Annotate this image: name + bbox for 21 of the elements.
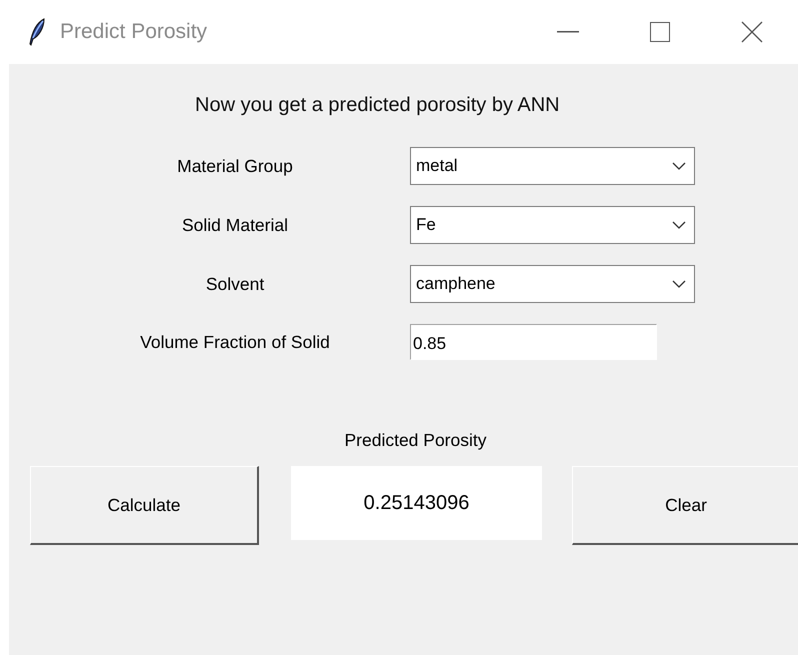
dropdown[interactable]: metal — [410, 147, 695, 185]
dropdown[interactable]: Fe — [410, 206, 695, 244]
window-title: Predict Porosity — [60, 19, 208, 46]
chevron-down-icon — [672, 221, 686, 229]
result-value: 0.25143096 — [291, 466, 542, 540]
chevron-down-icon — [672, 280, 686, 288]
dropdown[interactable]: camphene — [410, 265, 695, 303]
minimize-icon[interactable] — [557, 31, 579, 33]
close-icon[interactable] — [741, 21, 763, 43]
feather-icon — [28, 18, 46, 46]
maximize-icon[interactable] — [650, 22, 670, 42]
heading-text: Now you get a predicted porosity by ANN — [195, 94, 560, 116]
result-label: Predicted Porosity — [343, 429, 488, 452]
input-field[interactable]: 0.85 — [410, 324, 657, 360]
field-label: Material Group — [176, 154, 294, 178]
field-label: Volume Fraction of Solid — [139, 330, 331, 354]
calculate-button[interactable]: Calculate — [30, 466, 259, 545]
field-label: Solid Material — [180, 214, 290, 237]
chevron-down-icon — [672, 162, 686, 170]
field-label: Solvent — [204, 272, 266, 296]
clear-button[interactable]: Clear — [572, 466, 798, 545]
